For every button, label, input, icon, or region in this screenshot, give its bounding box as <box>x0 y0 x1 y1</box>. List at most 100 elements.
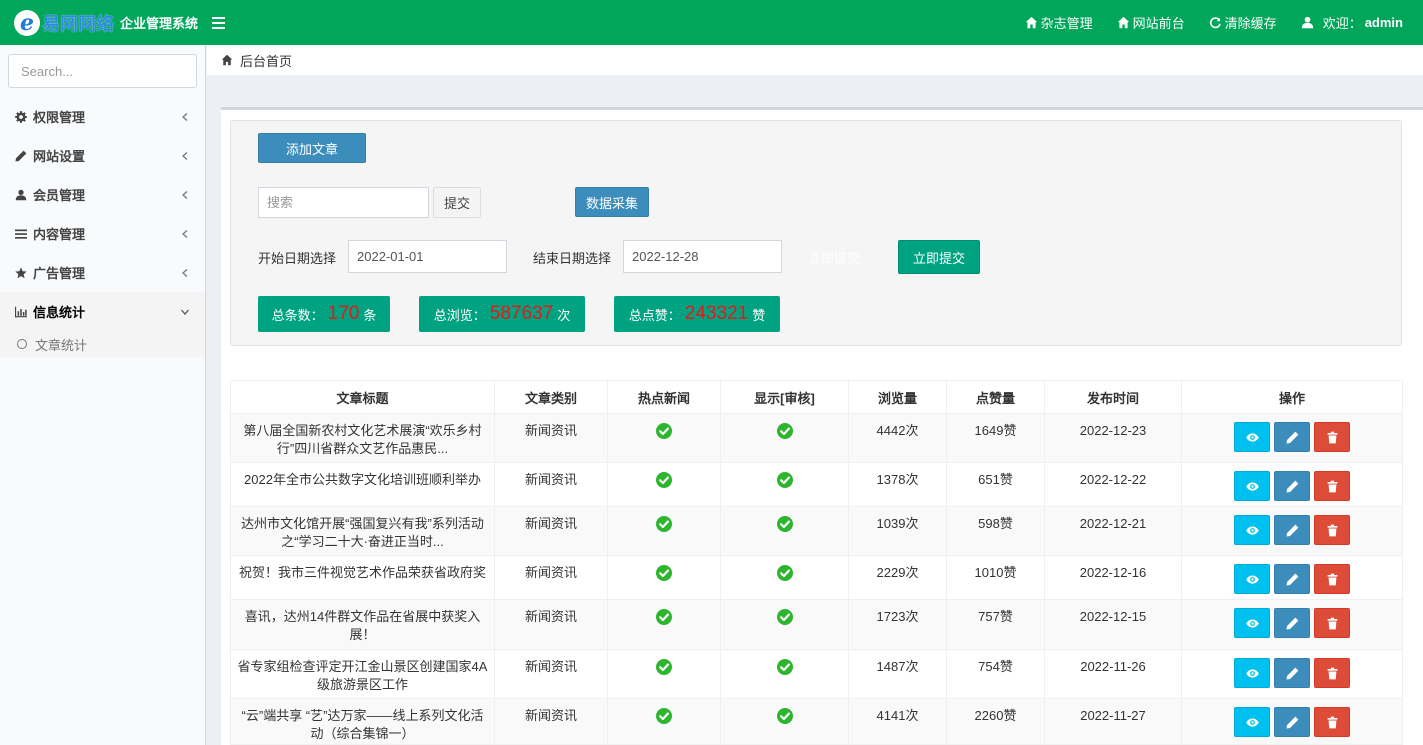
cell-actions <box>1181 555 1403 600</box>
cell-views: 4141次 <box>848 698 947 745</box>
cell-date: 2022-11-26 <box>1044 649 1182 699</box>
table-body: 第八届全国新农村文化艺术展演“欢乐乡村行”四川省群众文艺作品惠民... 新闻资讯 4… <box>230 413 1403 745</box>
cell-category: 新闻资讯 <box>494 698 608 745</box>
cell-display <box>720 698 849 745</box>
table-row: 省专家组检查评定开江金山景区创建国家4A级旅游景区工作 新闻资讯 1487次 754赞… <box>230 649 1403 699</box>
nav-clear-cache[interactable]: 清除缓存 <box>1197 0 1289 45</box>
table-row: “云”端共享 “艺”达万家——线上系列文化活动（综合集锦一） 新闻资讯 4141次 2… <box>230 698 1403 745</box>
cell-views: 4442次 <box>848 413 947 463</box>
sidebar-item-statistics[interactable]: 信息统计 <box>0 292 205 331</box>
nav-magazine[interactable]: 杂志管理 <box>1013 0 1105 45</box>
row-actions <box>1182 515 1402 545</box>
pencil-icon <box>1285 431 1298 444</box>
col-header-display: 显示[审核] <box>720 380 849 414</box>
delete-button[interactable] <box>1314 564 1350 594</box>
check-circle-icon <box>656 659 672 675</box>
table-header-row: 文章标题 文章类别 热点新闻 显示[审核] 浏览量 点赞量 发布时间 操作 <box>230 380 1403 414</box>
col-header-title: 文章标题 <box>230 380 495 414</box>
table-row: 第八届全国新农村文化艺术展演“欢乐乡村行”四川省群众文艺作品惠民... 新闻资讯 4… <box>230 413 1403 463</box>
home-icon <box>1117 16 1129 29</box>
cell-title: 达州市文化馆开展“强国复兴有我”系列活动之“学习二十大·奋进正当时... <box>230 506 495 556</box>
trash-icon <box>1327 667 1337 679</box>
edit-button[interactable] <box>1274 471 1310 501</box>
view-button[interactable] <box>1234 564 1270 594</box>
sidebar-subitem-article-stats[interactable]: 文章统计 <box>0 331 205 357</box>
cell-likes: 1010赞 <box>946 555 1045 600</box>
check-circle-icon <box>656 708 672 724</box>
col-header-category: 文章类别 <box>494 380 608 414</box>
articles-table: 文章标题 文章类别 热点新闻 显示[审核] 浏览量 点赞量 发布时间 操作 第八… <box>230 380 1403 745</box>
nav-frontend[interactable]: 网站前台 <box>1105 0 1197 45</box>
edit-button[interactable] <box>1274 658 1310 688</box>
view-button[interactable] <box>1234 515 1270 545</box>
sidebar-menu: 权限管理 网站设置 会员管理 内容管理 广告管理 信息统计 文章统计 <box>0 97 205 357</box>
delete-button[interactable] <box>1314 707 1350 737</box>
cell-category: 新闻资讯 <box>494 462 608 507</box>
edit-button[interactable] <box>1274 608 1310 638</box>
cell-category: 新闻资讯 <box>494 413 608 463</box>
cell-views: 1487次 <box>848 649 947 699</box>
view-button[interactable] <box>1234 658 1270 688</box>
edit-button[interactable] <box>1274 564 1310 594</box>
cell-date: 2022-12-16 <box>1044 555 1182 600</box>
sidebar-item-site-settings[interactable]: 网站设置 <box>0 136 205 175</box>
check-circle-icon <box>656 609 672 625</box>
circle-icon <box>17 339 27 349</box>
delete-button[interactable] <box>1314 515 1350 545</box>
delete-button[interactable] <box>1314 422 1350 452</box>
pencil-icon <box>1285 480 1298 493</box>
sidebar: 权限管理 网站设置 会员管理 内容管理 广告管理 信息统计 <box>0 45 206 745</box>
delete-button[interactable] <box>1314 608 1350 638</box>
logo-icon: e <box>14 9 40 36</box>
sidebar-search <box>8 54 197 88</box>
user-menu[interactable]: 欢迎： admin <box>1289 0 1415 45</box>
cell-likes: 2260赞 <box>946 698 1045 745</box>
sidebar-item-permissions[interactable]: 权限管理 <box>0 97 205 136</box>
cell-title: 第八届全国新农村文化艺术展演“欢乐乡村行”四川省群众文艺作品惠民... <box>230 413 495 463</box>
add-article-button[interactable]: 添加文章 <box>258 133 366 163</box>
end-date-input[interactable]: 2022-12-28 <box>623 240 782 273</box>
pencil-icon <box>1285 667 1298 680</box>
check-circle-icon <box>776 659 793 675</box>
delete-button[interactable] <box>1314 658 1350 688</box>
logo[interactable]: e 易网网络 企业管理系统 <box>0 0 206 45</box>
edit-button[interactable] <box>1274 515 1310 545</box>
breadcrumb: 后台首页 <box>207 45 1423 75</box>
cell-category: 新闻资讯 <box>494 599 608 650</box>
breadcrumb-home[interactable]: 后台首页 <box>240 51 292 70</box>
article-search-input[interactable] <box>258 187 429 218</box>
search-submit-button[interactable]: 提交 <box>433 187 481 218</box>
cell-display <box>720 413 849 463</box>
view-button[interactable] <box>1234 471 1270 501</box>
sidebar-search-input[interactable] <box>21 63 197 79</box>
pencil-icon <box>1285 524 1298 537</box>
view-button[interactable] <box>1234 707 1270 737</box>
delete-button[interactable] <box>1314 471 1350 501</box>
submit-now-button[interactable]: 立即提交 <box>898 240 980 274</box>
sidebar-toggle-button[interactable] <box>212 10 238 36</box>
eye-icon <box>1245 668 1259 678</box>
sidebar-item-members[interactable]: 会员管理 <box>0 175 205 214</box>
view-button[interactable] <box>1234 608 1270 638</box>
data-collect-button[interactable]: 数据采集 <box>575 187 649 217</box>
col-header-views: 浏览量 <box>848 380 947 414</box>
trash-icon <box>1327 573 1337 585</box>
cell-display <box>720 555 849 600</box>
check-circle-icon <box>656 565 672 581</box>
table-row: 祝贺！我市三件视觉艺术作品荣获省政府奖 新闻资讯 2229次 1010赞 2022-12… <box>230 555 1403 600</box>
cell-likes: 651赞 <box>946 462 1045 507</box>
check-circle-icon <box>656 472 672 488</box>
cell-actions <box>1181 413 1403 463</box>
refresh-icon <box>1209 17 1221 29</box>
start-date-input[interactable]: 2022-01-01 <box>348 240 507 273</box>
cell-display <box>720 462 849 507</box>
edit-button[interactable] <box>1274 707 1310 737</box>
table-row: 达州市文化馆开展“强国复兴有我”系列活动之“学习二十大·奋进正当时... 新闻资讯… <box>230 506 1403 556</box>
edit-button[interactable] <box>1274 422 1310 452</box>
view-button[interactable] <box>1234 422 1270 452</box>
sidebar-item-content[interactable]: 内容管理 <box>0 214 205 253</box>
chevron-left-icon <box>182 229 188 238</box>
eye-icon <box>1245 574 1259 584</box>
check-circle-icon <box>776 708 793 724</box>
sidebar-item-ads[interactable]: 广告管理 <box>0 253 205 292</box>
